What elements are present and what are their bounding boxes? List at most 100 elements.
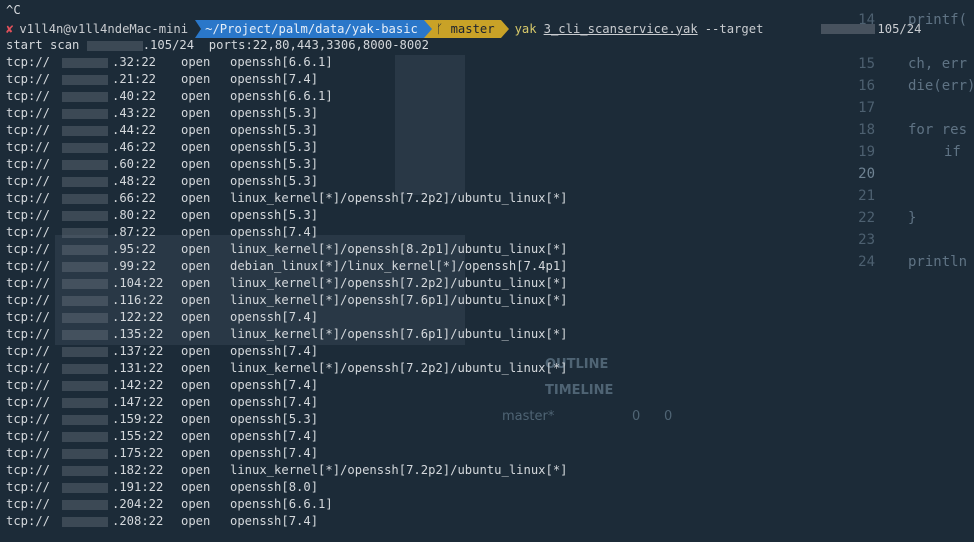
result-protocol: tcp:// <box>6 497 51 511</box>
result-state: open <box>181 480 211 494</box>
result-row: tcp:// .66:22 open linux_kernel[*]/openssh[… <box>0 190 974 207</box>
result-state: open <box>181 140 211 154</box>
result-service: openssh[7.4] <box>230 378 319 392</box>
result-protocol: tcp:// <box>6 429 51 443</box>
result-protocol: tcp:// <box>6 106 51 120</box>
result-service: linux_kernel[*]/openssh[7.2p2]/ubuntu_li… <box>230 463 568 477</box>
result-state: open <box>181 310 211 324</box>
result-state: open <box>181 429 211 443</box>
result-row: tcp:// .191:22 open openssh[8.0] <box>0 479 974 496</box>
result-address: .159:22 <box>112 412 164 426</box>
result-state: open <box>181 225 211 239</box>
result-row: tcp:// .99:22 open debian_linux[*]/linux_ke… <box>0 258 974 275</box>
result-state: open <box>181 157 211 171</box>
result-service: debian_linux[*]/linux_kernel[*]/openssh[… <box>230 259 568 273</box>
result-state: open <box>181 208 211 222</box>
result-protocol: tcp:// <box>6 327 51 341</box>
result-state: open <box>181 106 211 120</box>
result-state: open <box>181 463 211 477</box>
redacted-ip <box>62 262 108 272</box>
result-address: .87:22 <box>112 225 157 239</box>
result-address: .204:22 <box>112 497 164 511</box>
result-service: openssh[5.3] <box>230 123 319 137</box>
result-service: linux_kernel[*]/openssh[7.6p1]/ubuntu_li… <box>230 293 568 307</box>
redacted-ip <box>62 415 108 425</box>
result-row: tcp:// .208:22 open openssh[7.4] <box>0 513 974 530</box>
result-row: tcp:// .135:22 open linux_kernel[*]/openssh… <box>0 326 974 343</box>
redacted-ip <box>62 109 108 119</box>
result-address: .175:22 <box>112 446 164 460</box>
result-row: tcp:// .21:22 open openssh[7.4] <box>0 71 974 88</box>
result-service: linux_kernel[*]/openssh[8.2p1]/ubuntu_li… <box>230 242 568 256</box>
result-address: .46:22 <box>112 140 157 154</box>
result-address: .44:22 <box>112 123 157 137</box>
result-protocol: tcp:// <box>6 293 51 307</box>
result-address: .137:22 <box>112 344 164 358</box>
result-address: .43:22 <box>112 106 157 120</box>
result-state: open <box>181 344 211 358</box>
result-row: tcp:// .137:22 open openssh[7.4] <box>0 343 974 360</box>
result-protocol: tcp:// <box>6 463 51 477</box>
result-protocol: tcp:// <box>6 514 51 528</box>
redacted-ip <box>62 381 108 391</box>
x-icon: ✘ <box>6 21 14 36</box>
result-protocol: tcp:// <box>6 225 51 239</box>
redacted-ip <box>62 449 108 459</box>
redacted-ip <box>86 40 143 51</box>
result-row: tcp:// .116:22 open linux_kernel[*]/openssh… <box>0 292 974 309</box>
redacted-ip <box>62 398 108 408</box>
script-file-link[interactable]: 3_cli_scanservice.yak <box>544 21 698 38</box>
terminal-window[interactable]: ^C ✘ v1ll4n@v1ll4ndeMac-mini ~/Project/p… <box>0 0 974 542</box>
result-protocol: tcp:// <box>6 344 51 358</box>
result-service: linux_kernel[*]/openssh[7.6p1]/ubuntu_li… <box>230 327 568 341</box>
result-address: .155:22 <box>112 429 164 443</box>
redacted-ip <box>62 126 108 136</box>
redacted-ip <box>62 313 108 323</box>
result-protocol: tcp:// <box>6 378 51 392</box>
result-row: tcp:// .44:22 open openssh[5.3] <box>0 122 974 139</box>
result-row: tcp:// .40:22 open openssh[6.6.1] <box>0 88 974 105</box>
result-state: open <box>181 191 211 205</box>
scan-header: start scan .105/24 ports:22,80,443,3306,… <box>0 37 974 54</box>
result-service: openssh[7.4] <box>230 395 319 409</box>
result-address: .48:22 <box>112 174 157 188</box>
result-state: open <box>181 242 211 256</box>
result-protocol: tcp:// <box>6 72 51 86</box>
result-state: open <box>181 497 211 511</box>
redacted-ip <box>62 92 108 102</box>
result-service: openssh[7.4] <box>230 514 319 528</box>
redacted-ip <box>62 347 108 357</box>
result-protocol: tcp:// <box>6 208 51 222</box>
result-row: tcp:// .43:22 open openssh[5.3] <box>0 105 974 122</box>
command-target-tail: 105/24 <box>877 21 922 36</box>
redacted-ip <box>62 296 108 306</box>
result-address: .95:22 <box>112 242 157 256</box>
redacted-ip <box>62 330 108 340</box>
result-protocol: tcp:// <box>6 174 51 188</box>
powerline-separator <box>423 20 432 38</box>
redacted-ip <box>62 177 108 187</box>
result-address: .99:22 <box>112 259 157 273</box>
command-flag: --target <box>704 21 764 36</box>
result-row: tcp:// .131:22 open linux_kernel[*]/openssh… <box>0 360 974 377</box>
result-address: .21:22 <box>112 72 157 86</box>
result-row: tcp:// .80:22 open openssh[5.3] <box>0 207 974 224</box>
result-service: openssh[7.4] <box>230 344 319 358</box>
result-protocol: tcp:// <box>6 446 51 460</box>
result-state: open <box>181 412 211 426</box>
result-service: openssh[8.0] <box>230 480 319 494</box>
result-address: .80:22 <box>112 208 157 222</box>
result-service: openssh[5.3] <box>230 106 319 120</box>
result-service: linux_kernel[*]/openssh[7.2p2]/ubuntu_li… <box>230 191 568 205</box>
redacted-ip <box>62 466 108 476</box>
scan-ports: ports:22,80,443,3306,8000-8002 <box>208 38 429 52</box>
result-service: openssh[7.4] <box>230 429 319 443</box>
result-row: tcp:// .147:22 open openssh[7.4] <box>0 394 974 411</box>
redacted-ip <box>62 228 108 238</box>
result-service: openssh[6.6.1] <box>230 497 333 511</box>
prompt-path: ~/Project/palm/data/yak-basic <box>195 20 424 38</box>
scan-prefix: start scan <box>6 38 80 52</box>
result-row: tcp:// .87:22 open openssh[7.4] <box>0 224 974 241</box>
redacted-ip <box>62 364 108 374</box>
result-state: open <box>181 514 211 528</box>
